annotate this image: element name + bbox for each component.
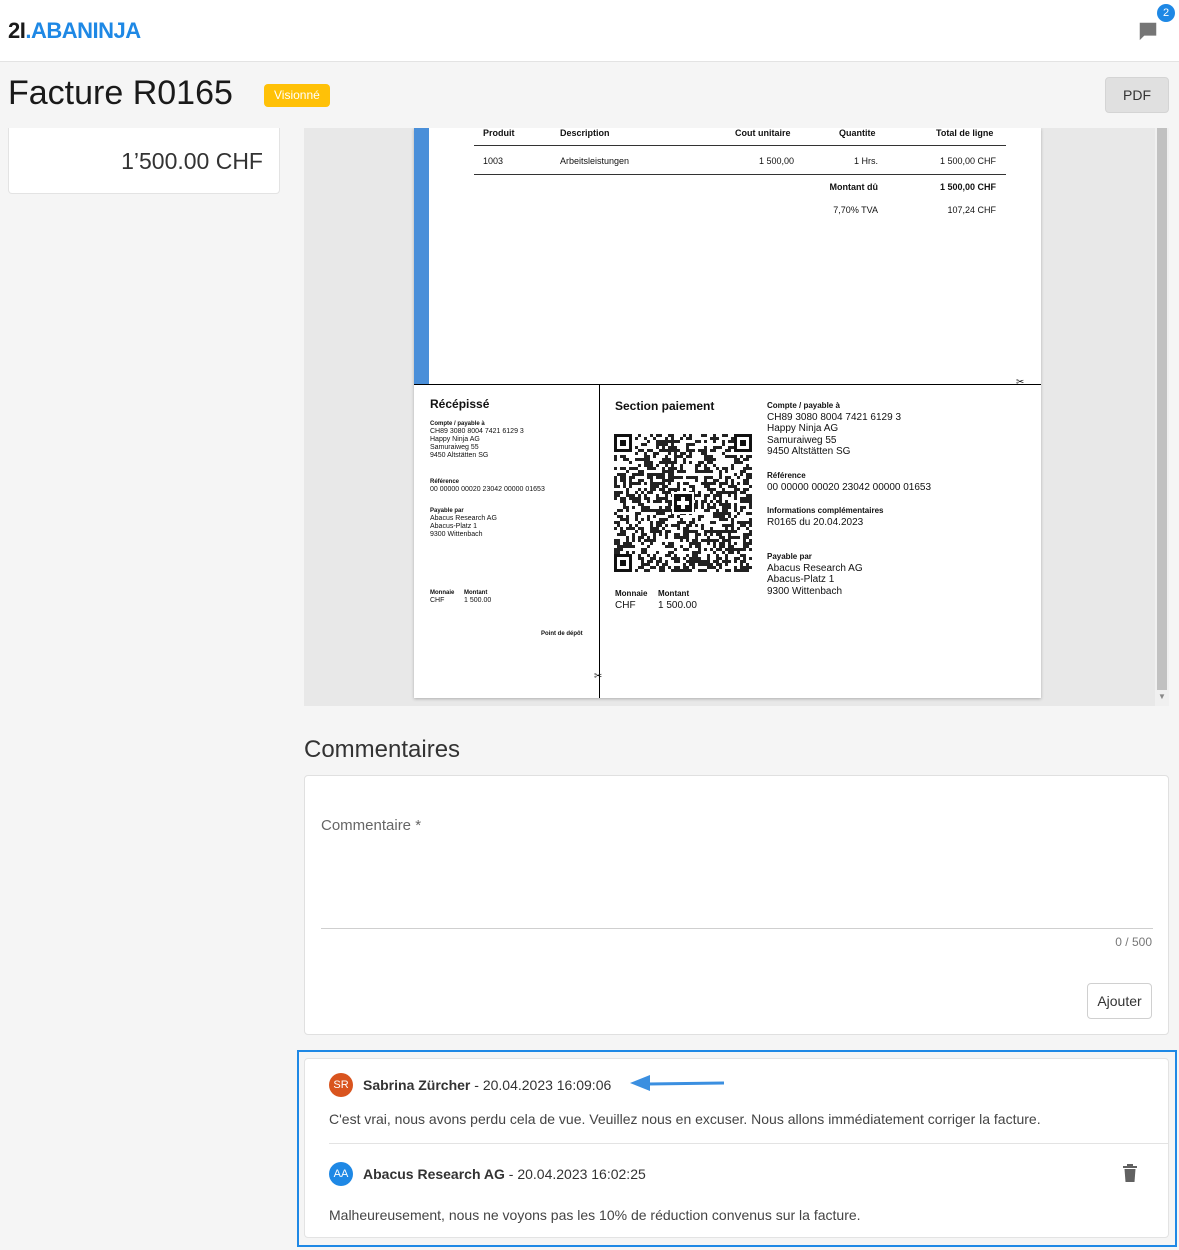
comment-divider [329,1143,1169,1144]
top-bar: 2 I. ABANINJA 2 [0,0,1179,62]
row-total: 1 500,00 CHF [939,156,996,166]
amount-card: 1’500.00 CHF [8,128,280,194]
row-unit-cost: 1 500,00 [758,156,794,166]
comment-input[interactable] [321,812,1153,929]
delete-comment-icon[interactable] [1122,1164,1138,1182]
comment-author: Abacus Research AG [363,1166,505,1182]
logo-brand: ABANINJA [31,18,141,43]
column-header-product: Produit [483,128,515,138]
comment-author-line: Abacus Research AG - 20.04.2023 16:02:25 [363,1166,646,1182]
receipt-currency: Monnaie CHF [430,590,455,604]
notification-badge: 2 [1157,4,1175,22]
scroll-down-icon[interactable]: ▼ [1158,692,1166,701]
scrollbar-thumb[interactable] [1157,128,1167,690]
pdf-button[interactable]: PDF [1105,77,1169,113]
character-counter: 0 / 500 [1115,935,1152,949]
comment-list: SR Sabrina Zürcher - 20.04.2023 16:09:06… [304,1058,1169,1238]
comment-author-line: Sabrina Zürcher - 20.04.2023 16:09:06 [363,1077,611,1093]
payment-currency: Monnaie CHF [615,589,648,611]
invoice-document: Produit Description Cout unitaire Quanti… [414,128,1041,698]
comment-text: Malheureusement, nous ne voyons pas les … [329,1207,861,1223]
comment-text: C'est vrai, nous avons perdu cela de vue… [329,1111,1041,1127]
comments-title: Commentaires [304,736,461,763]
abaninja-logo[interactable]: 2 I. ABANINJA [8,18,141,44]
column-header-line-total: Total de ligne [936,128,994,138]
scissors-icon: ✂ [1016,377,1025,388]
comment-form: Commentaire * 0 / 500 Ajouter [304,775,1169,1035]
header-rule [474,145,1006,146]
receipt-payer: Payable par Abacus Research AG Abacus-Pl… [430,508,497,538]
total-amount: 1’500.00 CHF [121,148,263,174]
logo-number: 2 [8,18,20,43]
chat-bubble-icon [1139,22,1157,41]
payment-reference: Référence 00 00000 00020 23042 00000 016… [767,471,932,493]
payment-payer: Payable par Abacus Research AG Abacus-Pl… [767,552,863,597]
avatar: SR [329,1073,353,1097]
vat-value: 107,24 CHF [947,205,996,215]
payment-section-title: Section paiement [615,399,715,413]
document-accent-bar [414,128,429,384]
status-badge: Visionné [264,84,330,107]
payment-amount: Montant 1 500.00 [658,589,697,611]
receipt-deposit-point: Point de dépôt [541,631,583,637]
amount-due-value: 1 500,00 CHF [939,182,996,192]
comment-timestamp: - 20.04.2023 16:02:25 [504,1166,646,1182]
column-header-description: Description [560,128,610,138]
row-rule [474,174,1006,175]
amount-due-label: Montant dû [829,182,879,192]
pdf-viewer[interactable]: Produit Description Cout unitaire Quanti… [304,128,1169,706]
row-product: 1003 [483,156,504,166]
perforation-vertical [599,384,600,698]
row-description: Arbeitsleistungen [560,156,630,166]
receipt-reference: Référence 00 00000 00020 23042 00000 016… [430,479,545,493]
page-title: Facture R0165 [8,74,233,112]
vat-label: 7,70% TVA [833,205,878,215]
add-comment-button[interactable]: Ajouter [1087,983,1152,1019]
viewer-scrollbar[interactable]: ▼ [1155,128,1169,706]
annotation-arrow-icon [630,1075,724,1091]
title-bar: Facture R0165 Visionné PDF [0,62,1179,128]
payment-account: Compte / payable à CH89 3080 8004 7421 6… [767,401,902,457]
scissors-icon-vertical: ✂ [594,671,603,682]
receipt-title: Récépissé [430,397,490,411]
receipt-account: Compte / payable à CH89 3080 8004 7421 6… [430,421,524,459]
row-quantity: 1 Hrs. [853,156,878,166]
perforation-horizontal [414,384,1041,385]
notifications-button[interactable]: 2 [1137,4,1175,42]
avatar: AA [329,1162,353,1186]
receipt-amount: Montant 1 500.00 [464,590,492,604]
qr-code-icon [614,434,752,572]
payment-additional-info: Informations complémentaires R0165 du 20… [767,506,884,528]
column-header-unit-cost: Cout unitaire [735,128,791,138]
comment-author: Sabrina Zürcher [363,1077,471,1093]
comment-timestamp: - 20.04.2023 16:09:06 [470,1077,612,1093]
column-header-quantity: Quantite [839,128,876,138]
